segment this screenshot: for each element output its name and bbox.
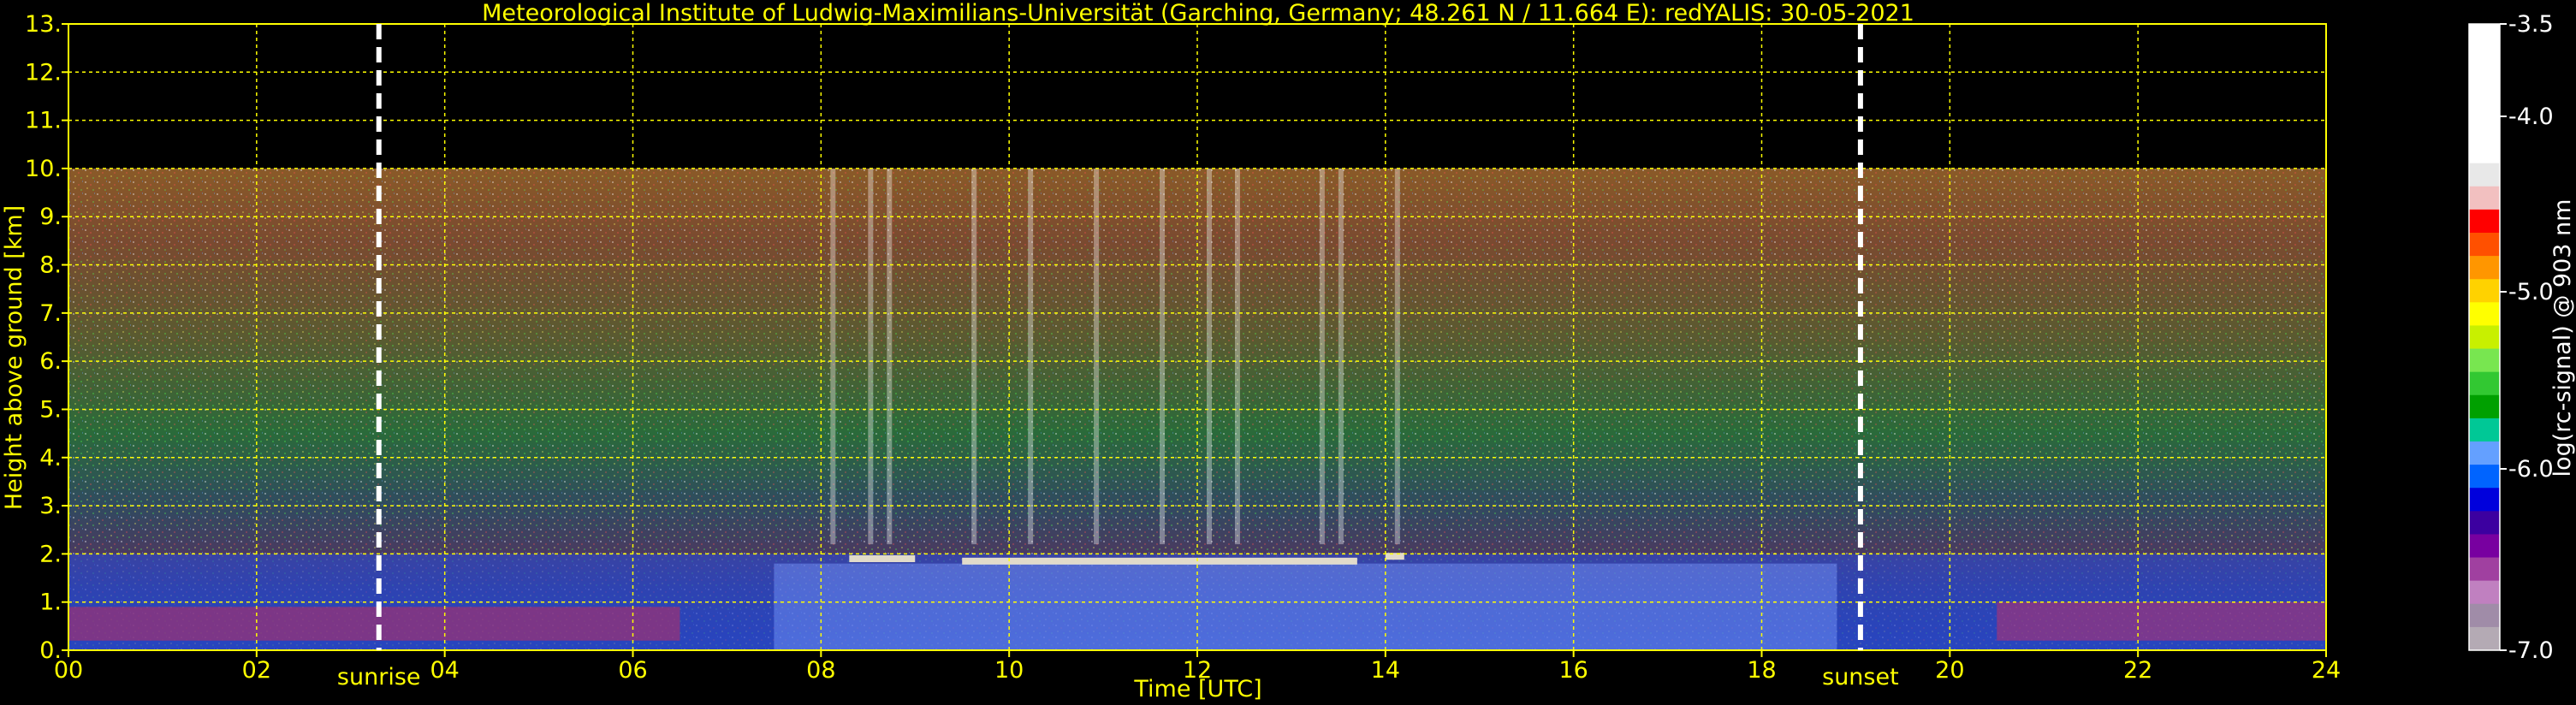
colorbar-label: log(rc-signal) @ 903 nm	[2549, 199, 2576, 477]
colorbar-segment	[2469, 371, 2500, 396]
cloud-layer	[962, 557, 1357, 565]
cloud-streak	[1028, 168, 1034, 545]
colorbar-segment	[2469, 580, 2500, 605]
y-tick-label: 10.	[25, 156, 62, 182]
x-tick-label: 06	[618, 657, 647, 684]
y-tick-label: 11.	[25, 108, 62, 134]
colorbar: -3.5 -4.0 -5.0 -6.0 -7.0	[2468, 11, 2554, 664]
colorbar-segment	[2469, 511, 2500, 535]
colorbar-segment	[2469, 24, 2500, 164]
colorbar-tick-label: -5.0	[2508, 279, 2554, 305]
y-tick-label: 12.	[25, 59, 62, 86]
colorbar-segment	[2469, 418, 2500, 442]
x-tick-label: 10	[994, 657, 1024, 684]
cloud-streak	[1160, 168, 1166, 545]
cloud-layer	[849, 555, 916, 563]
y-tick-label: 1.	[39, 589, 62, 616]
colorbar-segment	[2469, 279, 2500, 303]
colorbar-segment	[2469, 325, 2500, 350]
y-tick-label: 3.	[39, 493, 62, 519]
x-axis-label: Time [UTC]	[1133, 676, 1261, 702]
sunset-label: sunset	[1822, 664, 1899, 690]
x-tick-label: 20	[1935, 657, 1964, 684]
colorbar-tick-label: -6.0	[2508, 456, 2554, 483]
cloud-streak	[971, 168, 977, 545]
colorbar-segment	[2469, 603, 2500, 628]
y-tick-label: 13.	[25, 11, 62, 38]
colorbar-segment	[2469, 348, 2500, 373]
colorbar-segment	[2469, 626, 2500, 651]
x-tick-label: 02	[242, 657, 271, 684]
x-tick-label: 24	[2312, 657, 2341, 684]
colorbar-segment	[2469, 557, 2500, 582]
cloud-streak	[887, 168, 893, 545]
cloud-streak	[830, 168, 836, 545]
sunrise-label: sunrise	[337, 664, 421, 690]
y-tick-label: 5.	[39, 396, 62, 423]
y-tick-label: 9.	[39, 204, 62, 230]
chart-title: Meteorological Institute of Ludwig-Maxim…	[482, 0, 1914, 27]
colorbar-segment	[2469, 163, 2500, 187]
cloud-streak	[868, 168, 874, 545]
y-tick-label: 7.	[39, 300, 62, 327]
cloud-streak	[1338, 168, 1344, 545]
nocturnal-layer	[68, 607, 680, 641]
lidar-chart: 00 02 04 06 08 10 12 14 16 18 20 22 240.1.2.3.4.5.6.…	[1, 0, 2576, 702]
colorbar-segment	[2469, 465, 2500, 489]
colorbar-segment	[2469, 488, 2500, 512]
plot-area: 00 02 04 06 08 10 12 14 16 18 20 22 240.1.2.3.4.5.6.…	[25, 11, 2341, 690]
colorbar-segment	[2469, 534, 2500, 559]
y-tick-label: 0.	[39, 637, 62, 664]
x-tick-label: 14	[1371, 657, 1400, 684]
cloud-streak	[1394, 168, 1400, 545]
y-tick-label: 2.	[39, 541, 62, 567]
colorbar-tick-label: -3.5	[2508, 11, 2554, 38]
x-tick-label: 22	[2123, 657, 2152, 684]
colorbar-segment	[2469, 394, 2500, 419]
colorbar-segment	[2469, 256, 2500, 280]
cloud-streak	[1319, 168, 1325, 545]
cloud-streak	[1094, 168, 1100, 545]
colorbar-segment	[2469, 233, 2500, 257]
colorbar-segment	[2469, 209, 2500, 234]
x-tick-label: 18	[1747, 657, 1776, 684]
cloud-streak	[1234, 168, 1240, 545]
colorbar-tick-label: -4.0	[2508, 104, 2554, 130]
colorbar-tick-label: -7.0	[2508, 637, 2554, 664]
convective-layer	[774, 563, 1837, 650]
colorbar-segment	[2469, 441, 2500, 465]
x-tick-label: 04	[430, 657, 459, 684]
y-tick-label: 8.	[39, 252, 62, 279]
cloud-layer	[1385, 553, 1404, 560]
colorbar-segment	[2469, 302, 2500, 326]
y-tick-label: 6.	[39, 348, 62, 375]
y-axis-label: Height above ground [km]	[1, 205, 27, 510]
cloud-streak	[1206, 168, 1212, 545]
x-tick-label: 16	[1558, 657, 1588, 684]
y-tick-label: 4.	[39, 445, 62, 471]
evening-layer	[1997, 601, 2326, 641]
x-tick-label: 08	[806, 657, 835, 684]
colorbar-segment	[2469, 186, 2500, 210]
